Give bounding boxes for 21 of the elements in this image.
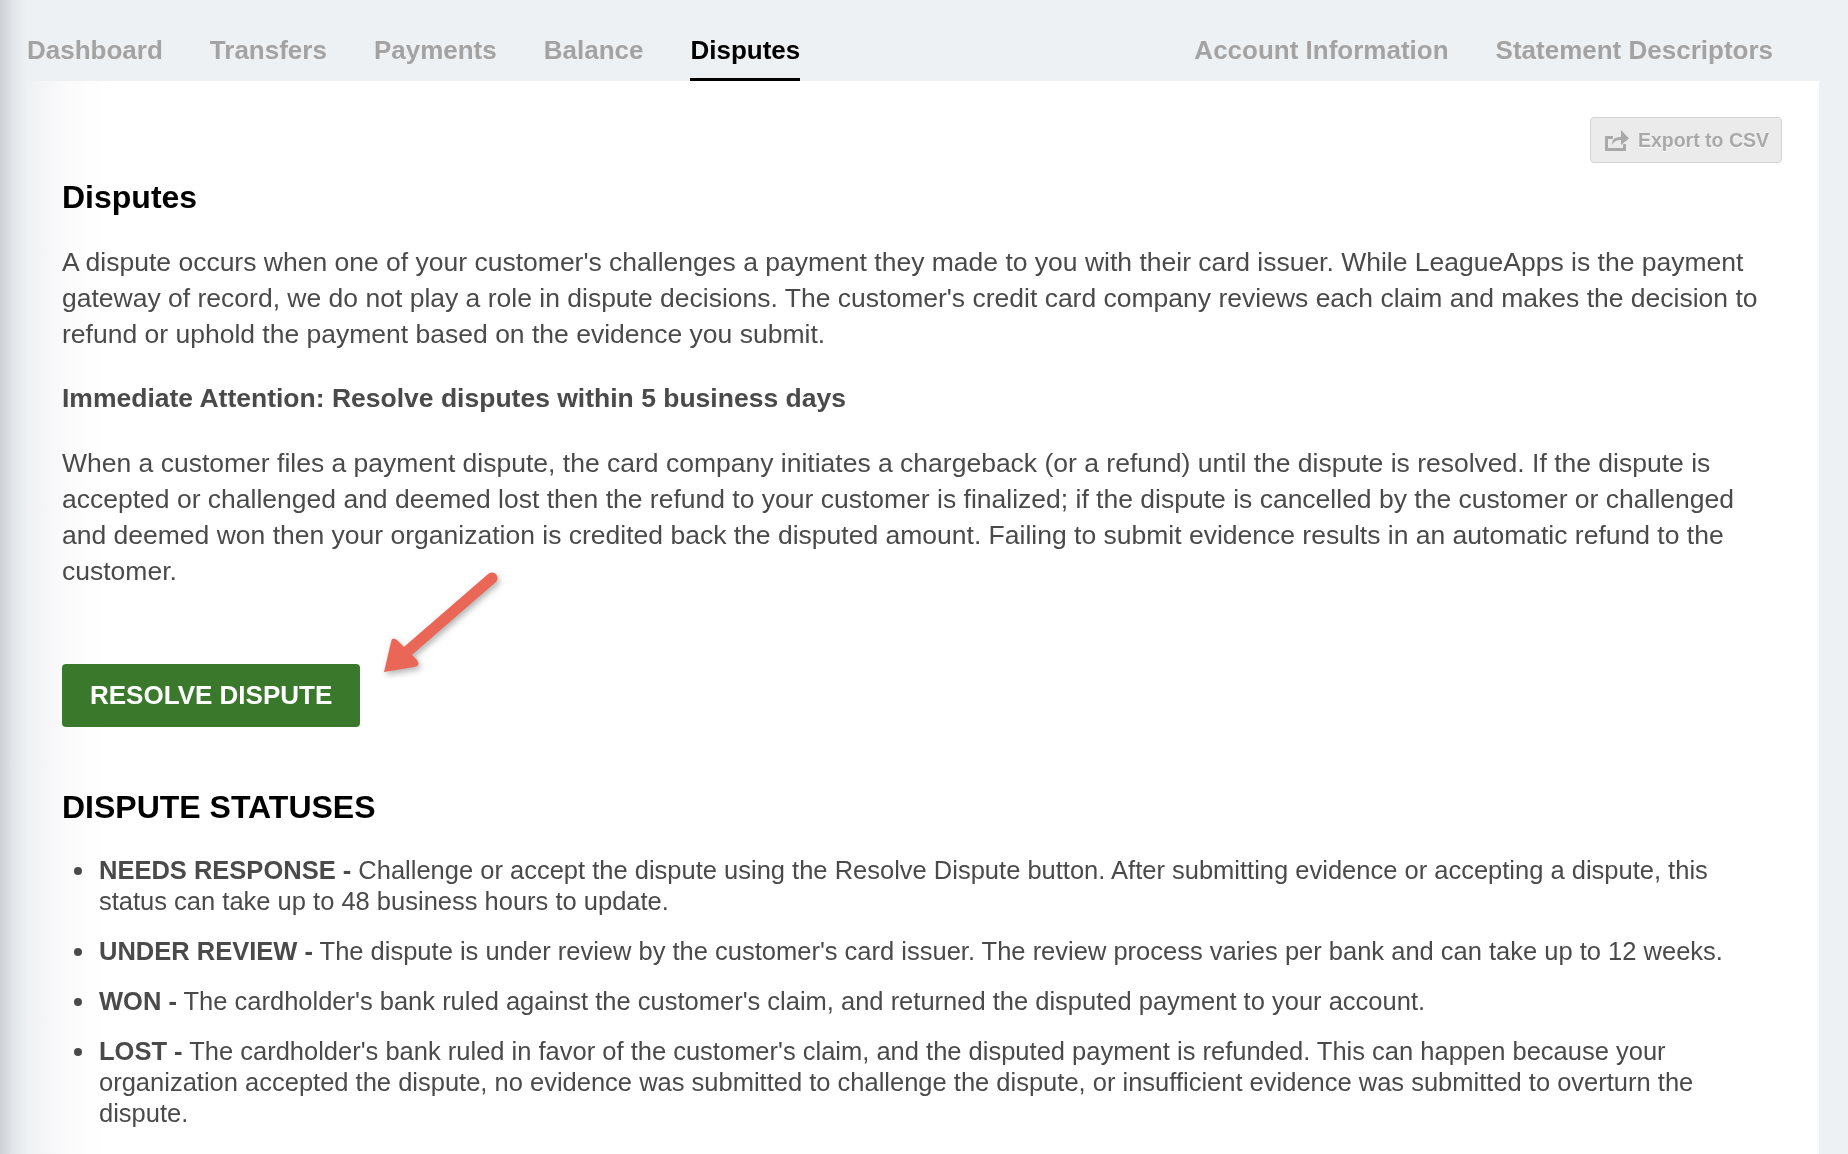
nav-tab[interactable]: Transfers — [209, 35, 327, 81]
notice-text: Immediate Attention: Resolve disputes within 5 business days — [62, 382, 847, 415]
bullet-icon — [74, 1048, 82, 1056]
bullet-icon — [74, 867, 82, 875]
intro-text: A dispute occurs when one of your customer's challenges a payment they made to you with their card issuer. While LeagueApps is the payment gateway of record, we do not play a role in dispute decisions. The customer's credit card company reviews each claim and makes the decision to refund or uphold the payment based on the evidence you submit. — [62, 246, 1759, 351]
nav-tab[interactable]: Balance — [543, 35, 644, 81]
page-title: Disputes — [62, 179, 199, 215]
section-heading: DISPUTE STATUSES — [62, 789, 377, 825]
bullet-icon — [74, 998, 82, 1006]
status-description: LOST - The cardholder's bank ruled in favor of the customer's claim, and the disputed payment is refunded. This can happen because your organization accepted the dispute, no evidence was submitted to challenge the dispute, or insufficient evidence was submitted to overturn the dispute. — [99, 1036, 1695, 1129]
bullet-icon — [74, 948, 82, 956]
nav-tab[interactable]: Payments — [373, 35, 497, 81]
nav-tab[interactable]: Dashboard — [27, 35, 163, 81]
resolve-dispute-button[interactable]: RESOLVE DISPUTE — [62, 664, 361, 727]
status-description: WON - The cardholder's bank ruled against the customer's claim, and returned the disputed payment to your account. — [99, 986, 1426, 1017]
nav-tab[interactable]: Statement Descriptors — [1495, 35, 1773, 81]
arrow-out-of-box-icon — [1604, 129, 1629, 151]
status-description: NEEDS RESPONSE - Challenge or accept the dispute using the Resolve Dispute button. After submitting evidence or accepting a dispute, this status can take up to 48 business hours to update. — [99, 855, 1709, 917]
nav-tab[interactable]: Account Information — [1194, 35, 1449, 81]
explanation-text: When a customer files a payment dispute, the card company initiates a chargeback (or a refund) until the dispute is resolved. If the dispute is accepted or challenged and deemed lost then the refund to your customer is finalized; if the dispute is cancelled by the customer or challenged and deemed won then your organization is credited back the disputed amount. Failing to submit evidence results in an automatic refund to the customer. — [62, 447, 1735, 588]
status-description: UNDER REVIEW - The dispute is under review by the customer's card issuer. The review process varies per bank and can take up to 12 weeks. — [99, 936, 1723, 967]
